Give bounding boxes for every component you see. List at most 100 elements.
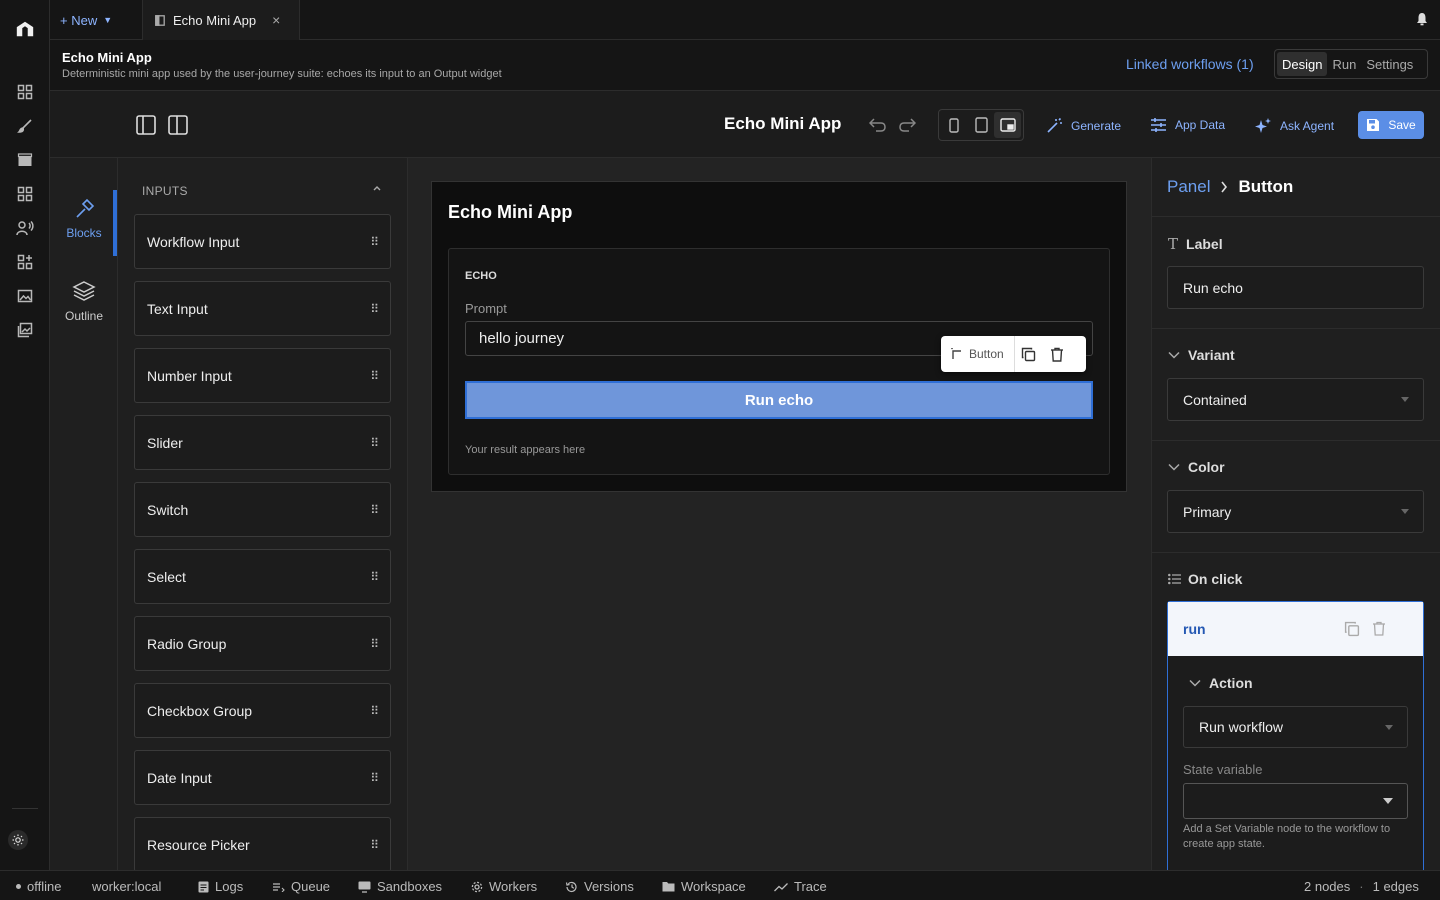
- drag-handle-icon[interactable]: ⠿: [370, 235, 379, 249]
- tablet-view-icon[interactable]: [968, 112, 995, 138]
- tab-echo-mini-app[interactable]: Echo Mini App ×: [142, 0, 300, 40]
- action-value: Run workflow: [1199, 719, 1284, 735]
- bell-icon[interactable]: [1416, 12, 1428, 26]
- hammer-icon: [50, 198, 118, 220]
- toggle-left-panel-icon[interactable]: [136, 115, 156, 135]
- label-heading: Label: [1186, 236, 1223, 252]
- dashboard-icon[interactable]: [15, 82, 35, 102]
- inputs-section-title: INPUTS: [142, 184, 188, 198]
- sandboxes-button[interactable]: Sandboxes: [358, 879, 442, 894]
- active-tab-indicator: [113, 190, 117, 256]
- block-item[interactable]: Checkbox Group ⠿: [134, 683, 391, 738]
- trace-button[interactable]: Trace: [774, 879, 827, 894]
- variant-select[interactable]: Contained: [1167, 378, 1424, 421]
- graph-stats: 2 nodes · 1 edges: [1304, 879, 1419, 894]
- save-button[interactable]: Save: [1358, 111, 1424, 139]
- color-select[interactable]: Primary: [1167, 490, 1424, 533]
- drag-handle-icon[interactable]: ⠿: [370, 436, 379, 450]
- block-item[interactable]: Date Input ⠿: [134, 750, 391, 805]
- desktop-view-icon[interactable]: [994, 112, 1022, 138]
- close-icon[interactable]: ×: [272, 12, 280, 28]
- inspector-panel: Panel Button T Label Run echo Variant Co…: [1151, 158, 1440, 870]
- drag-handle-icon[interactable]: ⠿: [370, 771, 379, 785]
- color-value: Primary: [1183, 503, 1232, 520]
- block-item[interactable]: Radio Group ⠿: [134, 616, 391, 671]
- duplicate-icon[interactable]: [1344, 621, 1360, 637]
- run-echo-button[interactable]: Run echo: [465, 381, 1093, 419]
- block-item[interactable]: Switch ⠿: [134, 482, 391, 537]
- mode-design[interactable]: Design: [1277, 52, 1328, 76]
- drag-handle-icon[interactable]: ⠿: [370, 369, 379, 383]
- variant-section-header[interactable]: Variant: [1168, 347, 1235, 363]
- toggle-right-panel-icon[interactable]: [168, 115, 188, 135]
- workspace-button[interactable]: Workspace: [662, 879, 746, 894]
- grid-icon[interactable]: [15, 184, 35, 204]
- drag-handle-icon[interactable]: ⠿: [370, 704, 379, 718]
- select-parent-button[interactable]: Button: [941, 336, 1015, 372]
- outline-tab[interactable]: Outline: [50, 279, 118, 323]
- block-label: Checkbox Group: [147, 702, 253, 719]
- redo-icon[interactable]: [898, 117, 916, 133]
- ask-agent-button[interactable]: Ask Agent: [1254, 117, 1334, 134]
- label-input[interactable]: Run echo: [1167, 266, 1424, 309]
- preview-title: Echo Mini App: [448, 202, 573, 222]
- voice-icon[interactable]: [15, 218, 35, 238]
- drag-handle-icon[interactable]: ⠿: [370, 302, 379, 316]
- logo-icon[interactable]: [15, 19, 35, 39]
- drag-handle-icon[interactable]: ⠿: [370, 838, 379, 852]
- undo-icon[interactable]: [869, 117, 887, 133]
- caret-down-icon: [1385, 724, 1393, 730]
- action-select[interactable]: Run workflow: [1183, 706, 1408, 748]
- layers-icon: [50, 279, 118, 303]
- block-item[interactable]: Number Input ⠿: [134, 348, 391, 403]
- logs-label: Logs: [215, 879, 244, 894]
- block-item[interactable]: Workflow Input ⠿: [134, 214, 391, 269]
- block-item[interactable]: Select ⠿: [134, 549, 391, 604]
- media-library-icon[interactable]: [15, 320, 35, 340]
- queue-icon: [273, 882, 285, 892]
- connection-status: offline: [16, 879, 61, 894]
- action-section-header[interactable]: Action: [1189, 675, 1253, 691]
- trash-icon[interactable]: [1372, 621, 1386, 637]
- queue-button[interactable]: Queue: [273, 879, 330, 894]
- drag-handle-icon[interactable]: ⠿: [370, 637, 379, 651]
- workers-button[interactable]: Workers: [471, 879, 537, 894]
- block-item[interactable]: Text Input ⠿: [134, 281, 391, 336]
- block-label: Workflow Input: [147, 233, 240, 250]
- drag-handle-icon[interactable]: ⠿: [370, 503, 379, 517]
- linked-workflows-link[interactable]: Linked workflows (1): [1126, 56, 1254, 72]
- block-item[interactable]: Resource Picker ⠿: [134, 817, 391, 870]
- theme-toggle-icon[interactable]: [8, 830, 28, 850]
- generate-button[interactable]: Generate: [1046, 117, 1121, 134]
- handler-header[interactable]: run: [1168, 602, 1423, 656]
- blocks-tab[interactable]: Blocks: [50, 198, 118, 240]
- gallery-icon[interactable]: [15, 286, 35, 306]
- chevron-up-icon[interactable]: [372, 184, 382, 192]
- sparkle-icon: [1254, 117, 1272, 134]
- logs-button[interactable]: Logs: [198, 879, 243, 894]
- variant-heading: Variant: [1188, 347, 1235, 363]
- onclick-heading: On click: [1188, 571, 1243, 587]
- trash-icon[interactable]: [1043, 347, 1071, 362]
- color-heading: Color: [1188, 459, 1225, 475]
- app-data-button[interactable]: App Data: [1150, 117, 1225, 133]
- state-variable-select[interactable]: [1183, 783, 1408, 819]
- sandboxes-label: Sandboxes: [377, 879, 443, 894]
- mode-run[interactable]: Run: [1327, 52, 1361, 76]
- echo-panel[interactable]: ECHO Prompt hello journey Run echo Your …: [448, 248, 1110, 475]
- duplicate-icon[interactable]: [1015, 347, 1043, 362]
- mode-settings[interactable]: Settings: [1361, 52, 1418, 76]
- versions-button[interactable]: Versions: [565, 879, 634, 894]
- mobile-view-icon[interactable]: [941, 112, 968, 138]
- block-item[interactable]: Slider ⠿: [134, 415, 391, 470]
- worker-status: worker:local: [92, 879, 162, 894]
- brush-icon[interactable]: [15, 116, 35, 136]
- breadcrumb-panel-link[interactable]: Panel: [1167, 177, 1210, 197]
- new-button[interactable]: + New ▼: [60, 10, 112, 30]
- nodes-count: 2 nodes: [1304, 879, 1351, 894]
- versions-label: Versions: [584, 879, 634, 894]
- add-widget-icon[interactable]: [15, 252, 35, 272]
- drag-handle-icon[interactable]: ⠿: [370, 570, 379, 584]
- clapper-icon[interactable]: [15, 150, 35, 170]
- color-section-header[interactable]: Color: [1168, 459, 1225, 475]
